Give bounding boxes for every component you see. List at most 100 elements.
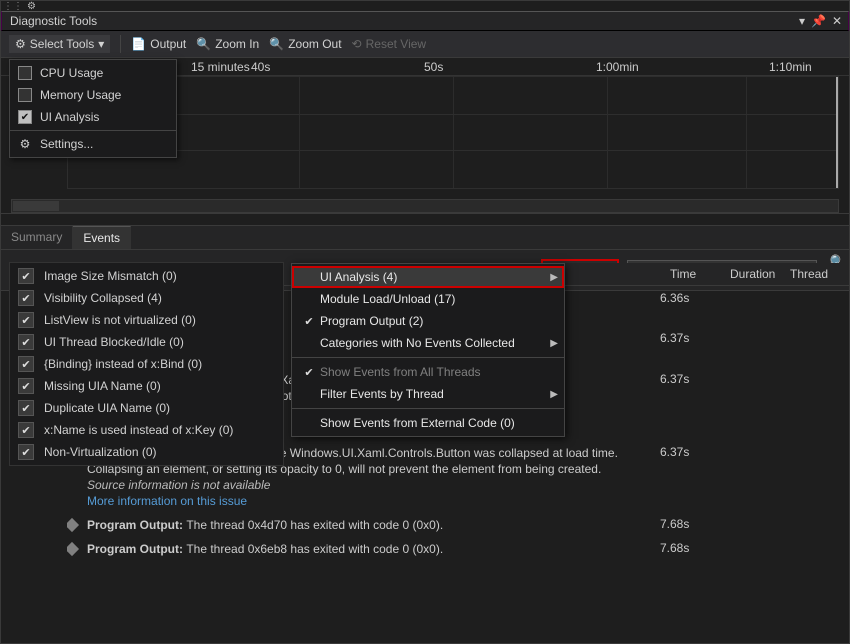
menu-ui-analysis[interactable]: ✔ UI Analysis — [10, 106, 176, 128]
ruler-tick: 40s — [251, 60, 270, 74]
check-icon: ✔ — [298, 315, 320, 328]
event-time: 7.68s — [660, 517, 720, 531]
check-icon: ✔ — [298, 366, 320, 379]
menu-label: CPU Usage — [40, 66, 103, 80]
event-time: 6.37s — [660, 331, 720, 345]
zoom-in-button[interactable]: 🔍 Zoom In — [196, 37, 259, 51]
ctx-program-output[interactable]: ✔ Program Output (2) — [292, 310, 564, 332]
menu-label: Program Output (2) — [320, 314, 423, 328]
check-icon: ✔ — [18, 378, 34, 394]
menu-label: Show Events from External Code (0) — [320, 416, 515, 430]
menu-label: Show Events from All Threads — [320, 365, 481, 379]
event-time: 6.36s — [660, 291, 720, 305]
menu-label: Duplicate UIA Name (0) — [44, 401, 170, 415]
diamond-icon — [67, 518, 79, 532]
diamond-icon — [67, 542, 79, 556]
zoom-out-button[interactable]: 🔍 Zoom Out — [269, 37, 341, 51]
tab-events[interactable]: Events — [73, 226, 131, 249]
ruler-tick: 1:00min — [596, 60, 639, 74]
close-icon[interactable]: ✕ — [832, 14, 842, 28]
menu-label: Non-Virtualization (0) — [44, 445, 157, 459]
toolbar: ⚙ Select Tools ▾ 📄 Output 🔍 Zoom In 🔍 Zo… — [1, 31, 849, 58]
pin-icon[interactable]: 📌 — [811, 14, 826, 28]
check-icon: ✔ — [18, 356, 34, 372]
menu-label: UI Analysis (4) — [320, 270, 397, 284]
col-duration[interactable]: Duration — [730, 267, 790, 281]
ruler-span: 15 minutes — [191, 60, 250, 74]
col-thread[interactable]: Thread — [790, 267, 845, 281]
menu-label: Image Size Mismatch (0) — [44, 269, 177, 283]
output-label: Output — [150, 37, 186, 51]
menu-settings[interactable]: ⚙ Settings... — [10, 133, 176, 155]
zoom-in-label: Zoom In — [215, 37, 259, 51]
menu-memory-usage[interactable]: Memory Usage — [10, 84, 176, 106]
event-row[interactable]: Program Output: The thread 0x6eb8 has ex… — [67, 537, 841, 561]
zoom-out-icon: 🔍 — [269, 37, 284, 51]
select-tools-label: Select Tools — [30, 37, 94, 51]
menu-label: Settings... — [40, 137, 93, 151]
menu-label: Filter Events by Thread — [320, 387, 444, 401]
zoom-out-label: Zoom Out — [288, 37, 341, 51]
analysis-item[interactable]: ✔ Visibility Collapsed (4) — [10, 287, 283, 309]
submenu-arrow-icon: ▶ — [550, 272, 558, 283]
event-time: 7.68s — [660, 541, 720, 555]
analysis-item[interactable]: ✔ UI Thread Blocked/Idle (0) — [10, 331, 283, 353]
ctx-categories-none[interactable]: Categories with No Events Collected ▶ — [292, 332, 564, 354]
checkbox-checked-icon: ✔ — [18, 110, 32, 124]
check-icon: ✔ — [18, 290, 34, 306]
event-text: The thread 0x6eb8 has exited with code 0… — [186, 542, 443, 556]
checkbox-unchecked-icon — [18, 88, 32, 102]
titlebar: Diagnostic Tools ▾ 📌 ✕ — [1, 11, 849, 31]
zoom-in-icon: 🔍 — [196, 37, 211, 51]
scrollbar[interactable] — [11, 199, 839, 213]
ruler-tick: 1:10min — [769, 60, 812, 74]
submenu-arrow-icon: ▶ — [550, 389, 558, 400]
event-text: The thread 0x4d70 has exited with code 0… — [186, 518, 443, 532]
ctx-filter-by-thread[interactable]: Filter Events by Thread ▶ — [292, 383, 564, 405]
ruler-tick: 50s — [424, 60, 443, 74]
gear-icon: ⚙ — [15, 37, 26, 51]
check-icon: ✔ — [18, 400, 34, 416]
track-grid[interactable] — [67, 76, 839, 189]
analysis-item[interactable]: ✔ ListView is not virtualized (0) — [10, 309, 283, 331]
ctx-ui-analysis[interactable]: UI Analysis (4) ▶ — [292, 266, 564, 288]
options-gear-icon[interactable]: ⚙ — [27, 1, 36, 12]
select-tools-button[interactable]: ⚙ Select Tools ▾ — [9, 35, 110, 53]
reset-view-label: Reset View — [366, 37, 426, 51]
analysis-item[interactable]: ✔ Duplicate UIA Name (0) — [10, 397, 283, 419]
gear-icon: ⚙ — [18, 137, 32, 151]
output-button[interactable]: 📄 Output — [131, 37, 186, 51]
analysis-item[interactable]: ✔ Non-Virtualization (0) — [10, 441, 283, 463]
check-icon: ✔ — [18, 444, 34, 460]
analysis-item[interactable]: ✔Image Size Mismatch (0) — [10, 265, 283, 287]
check-icon: ✔ — [18, 312, 34, 328]
reset-icon: ⟲ — [352, 37, 362, 51]
tab-summary[interactable]: Summary — [1, 226, 73, 249]
menu-label: ListView is not virtualized (0) — [44, 313, 196, 327]
output-icon: 📄 — [131, 37, 146, 51]
program-output-label: Program Output: — [87, 518, 186, 532]
col-time[interactable]: Time — [670, 267, 730, 281]
event-more-link[interactable]: More information on this issue — [87, 493, 652, 509]
analysis-item[interactable]: ✔{Binding} instead of x:Bind (0) — [10, 353, 283, 375]
menu-label: Visibility Collapsed (4) — [44, 291, 162, 305]
program-output-label: Program Output: — [87, 542, 186, 556]
reset-view-button[interactable]: ⟲ Reset View — [352, 37, 427, 51]
event-row[interactable]: Program Output: The thread 0x4d70 has ex… — [67, 513, 841, 537]
analysis-item[interactable]: ✔ Missing UIA Name (0) — [10, 375, 283, 397]
filter-context-menu: UI Analysis (4) ▶ Module Load/Unload (17… — [291, 263, 565, 437]
menu-label: UI Thread Blocked/Idle (0) — [44, 335, 184, 349]
menu-label: UI Analysis — [40, 110, 99, 124]
menu-cpu-usage[interactable]: CPU Usage — [10, 62, 176, 84]
check-icon: ✔ — [18, 422, 34, 438]
menu-label: Categories with No Events Collected — [320, 336, 515, 350]
menu-label: x:Name is used instead of x:Key (0) — [44, 423, 233, 437]
ctx-show-external[interactable]: Show Events from External Code (0) — [292, 412, 564, 434]
submenu-arrow-icon: ▶ — [550, 338, 558, 349]
dropdown-icon[interactable]: ▾ — [799, 14, 805, 28]
menu-label: Missing UIA Name (0) — [44, 379, 161, 393]
select-tools-menu: CPU Usage Memory Usage ✔ UI Analysis ⚙ S… — [9, 59, 177, 158]
analysis-item[interactable]: ✔ x:Name is used instead of x:Key (0) — [10, 419, 283, 441]
ctx-module-load[interactable]: Module Load/Unload (17) — [292, 288, 564, 310]
check-icon: ✔ — [18, 334, 34, 350]
